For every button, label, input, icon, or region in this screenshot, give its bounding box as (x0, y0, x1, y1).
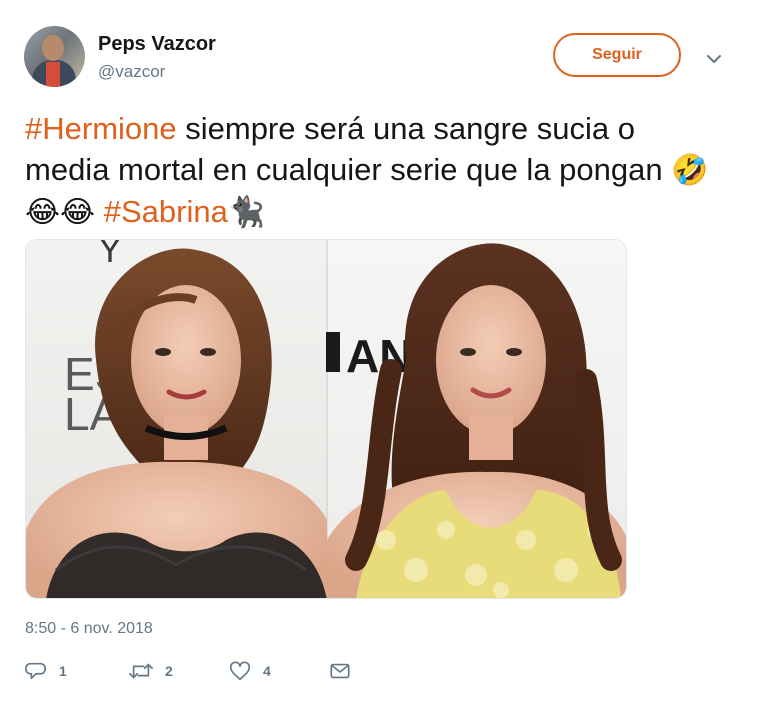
reply-button[interactable]: 1 (25, 658, 67, 684)
follow-button[interactable]: Seguir (553, 33, 681, 77)
tweet-photo[interactable]: Y ES LA AN (25, 239, 627, 599)
hashtag-sabrina[interactable]: #Sabrina (104, 194, 228, 229)
retweet-icon (129, 663, 153, 679)
user-name[interactable]: Peps Vazcor (98, 33, 216, 56)
hashtag-hermione[interactable]: #Hermione (25, 111, 177, 146)
user-handle[interactable]: @vazcor (98, 62, 165, 82)
like-count: 4 (263, 663, 271, 679)
reply-icon (25, 662, 46, 680)
like-button[interactable]: 4 (229, 658, 271, 684)
photo-illustration: Y ES LA AN (26, 240, 626, 598)
chevron-down-icon[interactable] (704, 50, 724, 68)
reply-count: 1 (59, 663, 67, 679)
message-icon (330, 663, 350, 679)
tweet-text: #Hermione siempre será una sangre sucia … (25, 108, 725, 233)
heart-icon (230, 661, 250, 681)
retweet-button[interactable]: 2 (129, 658, 173, 684)
avatar[interactable] (24, 26, 85, 87)
photo-bg-letter-y: Y (98, 240, 122, 270)
avatar-shirt-shape (46, 62, 60, 87)
tweet-timestamp[interactable]: 8:50 - 6 nov. 2018 (25, 620, 153, 638)
retweet-count: 2 (165, 663, 173, 679)
direct-message-button[interactable] (329, 658, 351, 684)
black-cat-emoji: 🐈‍⬛ (227, 195, 266, 230)
avatar-head-shape (42, 35, 64, 61)
